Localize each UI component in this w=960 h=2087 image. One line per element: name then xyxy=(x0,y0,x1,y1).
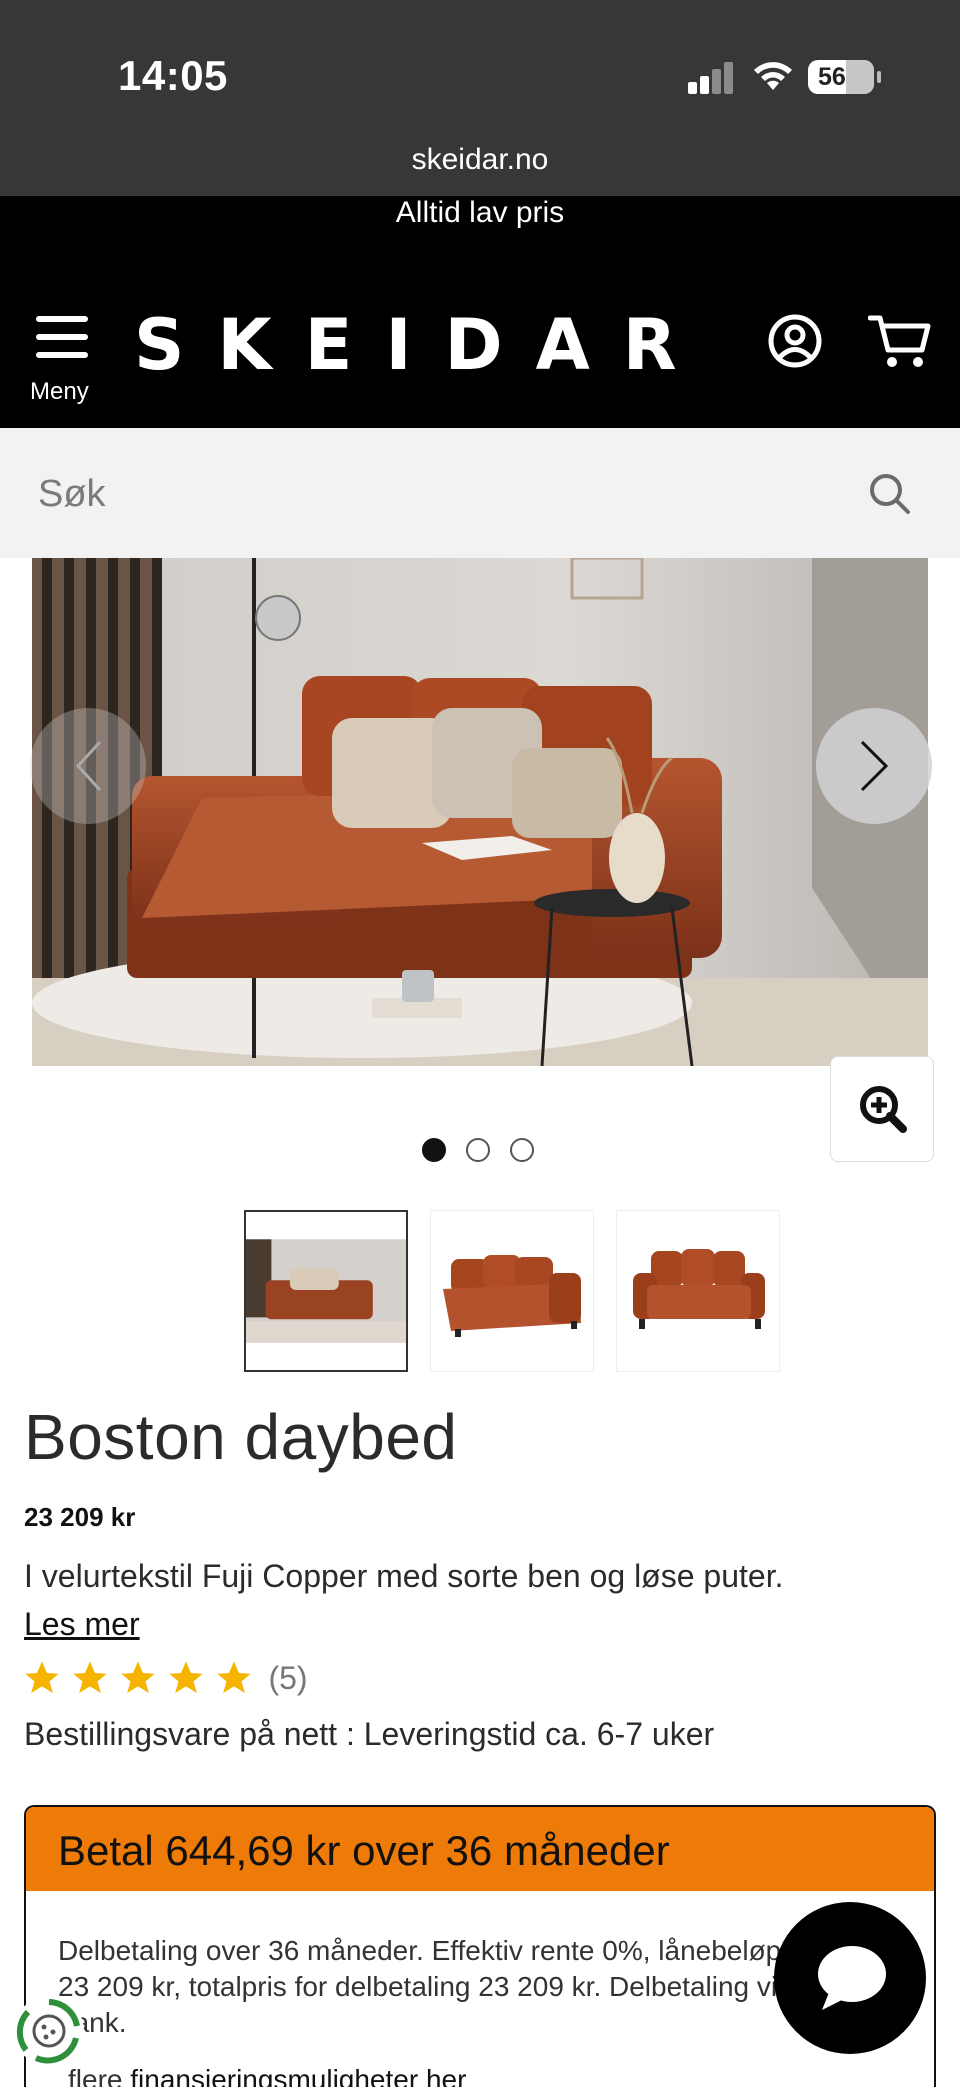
status-bar: 14:05 56 skeidar.no xyxy=(0,0,960,196)
menu-button[interactable]: Meny xyxy=(28,316,98,406)
financing-link[interactable]: finansieringsmuligheter her xyxy=(130,2064,466,2087)
read-more-link[interactable]: Les mer xyxy=(24,1606,140,1643)
thumbnail-3[interactable] xyxy=(616,1210,780,1372)
product-main-image[interactable] xyxy=(32,558,928,1066)
payment-plan-details: Delbetaling over 36 måneder. Effektiv re… xyxy=(58,1935,793,2038)
menu-icon xyxy=(28,316,98,358)
gallery-dot[interactable] xyxy=(422,1138,446,1162)
menu-label: Meny xyxy=(30,378,89,405)
gallery-prev-button[interactable] xyxy=(30,708,146,824)
thumbnail-strip xyxy=(244,1210,784,1372)
chevron-right-icon xyxy=(860,740,889,792)
chat-button[interactable] xyxy=(774,1902,926,2054)
gallery-dot[interactable] xyxy=(510,1138,534,1162)
battery-icon: 56 xyxy=(808,60,881,94)
star-icon xyxy=(217,1661,251,1693)
chevron-left-icon xyxy=(75,740,102,792)
product-title: Boston daybed xyxy=(24,1401,458,1473)
url-bar[interactable]: skeidar.no xyxy=(0,143,960,177)
financing-link-row: flere finansieringsmuligheter her xyxy=(68,2064,466,2087)
payment-plan-header: Betal 644,69 kr over 36 måneder xyxy=(26,1807,934,1891)
rating-stars[interactable]: (5) xyxy=(22,1658,308,1702)
gallery-next-button[interactable] xyxy=(816,708,932,824)
star-icon xyxy=(25,1661,59,1693)
payment-plan-title: Betal 644,69 kr over 36 måneder xyxy=(58,1827,670,1874)
thumbnail-2[interactable] xyxy=(430,1210,594,1372)
battery-level: 56 xyxy=(818,63,846,91)
cookie-settings-button[interactable] xyxy=(14,1996,84,2066)
cart-icon[interactable] xyxy=(868,312,932,370)
product-price: 23 209 kr xyxy=(24,1502,136,1532)
skeidar-logo[interactable]: SKEIDAR xyxy=(134,304,710,386)
star-icon xyxy=(169,1661,203,1693)
star-icon xyxy=(73,1661,107,1693)
promo-banner-text: Alltid lav pris xyxy=(395,196,565,229)
zoom-in-icon xyxy=(860,1086,907,1133)
search-bar xyxy=(0,428,960,558)
cellular-signal-icon xyxy=(688,62,734,94)
gallery-pagination xyxy=(422,1138,542,1162)
thumbnail-1[interactable] xyxy=(244,1210,408,1372)
zoom-button[interactable] xyxy=(830,1056,934,1162)
review-count: (5) xyxy=(268,1659,308,1696)
financing-link-prefix: flere xyxy=(68,2064,123,2087)
status-time: 14:05 xyxy=(118,52,228,99)
search-icon[interactable] xyxy=(868,472,912,516)
chat-bubble-icon xyxy=(818,1946,886,2010)
delivery-info: Bestillingsvare på nett : Leveringstid c… xyxy=(24,1716,715,1752)
cookie-icon xyxy=(16,1999,80,2064)
gallery-dot[interactable] xyxy=(466,1138,490,1162)
wifi-icon xyxy=(754,62,792,90)
user-icon[interactable] xyxy=(768,314,822,368)
search-input[interactable] xyxy=(38,466,818,522)
product-description: I velurtekstil Fuji Copper med sorte ben… xyxy=(24,1558,784,1594)
star-icon xyxy=(121,1661,155,1693)
